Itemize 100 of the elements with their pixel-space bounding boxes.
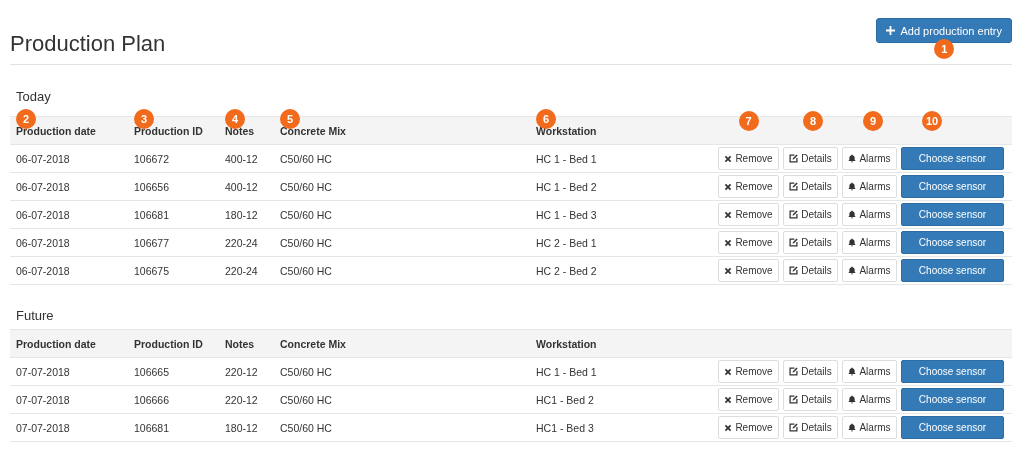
table-cell: 06-07-2018 <box>16 264 70 277</box>
choose-sensor-button[interactable]: Choose sensor <box>901 388 1004 411</box>
page-title: Production Plan <box>10 30 166 58</box>
alarms-button[interactable]: Alarms <box>842 360 897 383</box>
close-icon <box>724 423 733 432</box>
callout-badge: 10 <box>922 111 942 131</box>
table-cell: 106666 <box>134 393 170 406</box>
remove-button[interactable]: Remove <box>718 147 779 170</box>
choose-sensor-button[interactable]: Choose sensor <box>901 203 1004 226</box>
table-cell: HC 1 - Bed 1 <box>536 365 597 378</box>
column-header: Production ID <box>134 338 203 350</box>
table-cell: 220-24 <box>225 236 258 249</box>
table-cell: HC 2 - Bed 1 <box>536 236 597 249</box>
details-button[interactable]: Details <box>783 203 838 226</box>
close-icon <box>724 210 733 219</box>
choose-sensor-button[interactable]: Choose sensor <box>901 175 1004 198</box>
table-cell: C50/60 HC <box>280 264 332 277</box>
table-cell: 106672 <box>134 152 170 165</box>
bell-icon <box>848 210 857 219</box>
details-button[interactable]: Details <box>783 259 838 282</box>
table-cell: 06-07-2018 <box>16 236 70 249</box>
add-production-entry-button[interactable]: Add production entry <box>876 18 1012 43</box>
details-button[interactable]: Details <box>783 231 838 254</box>
bell-icon <box>848 238 857 247</box>
table-cell: C50/60 HC <box>280 236 332 249</box>
table-cell: HC 2 - Bed 2 <box>536 264 597 277</box>
table-cell: 106675 <box>134 264 170 277</box>
close-icon <box>724 238 733 247</box>
edit-icon <box>789 423 799 432</box>
table-cell: 106677 <box>134 236 170 249</box>
close-icon <box>724 266 733 275</box>
details-button[interactable]: Details <box>783 416 838 439</box>
bell-icon <box>848 266 857 275</box>
table-cell: HC1 - Bed 3 <box>536 421 594 434</box>
choose-sensor-button[interactable]: Choose sensor <box>901 360 1004 383</box>
table-cell: 06-07-2018 <box>16 208 70 221</box>
remove-button[interactable]: Remove <box>718 231 779 254</box>
table-cell: 07-07-2018 <box>16 393 70 406</box>
section-title: Today <box>15 89 52 105</box>
table-cell: C50/60 HC <box>280 393 332 406</box>
details-button[interactable]: Details <box>783 388 838 411</box>
choose-sensor-button[interactable]: Choose sensor <box>901 147 1004 170</box>
alarms-button[interactable]: Alarms <box>842 203 897 226</box>
table-cell: 106681 <box>134 208 170 221</box>
table-cell: 106656 <box>134 180 170 193</box>
table-cell: C50/60 HC <box>280 180 332 193</box>
alarms-button[interactable]: Alarms <box>842 147 897 170</box>
table-cell: HC 1 - Bed 2 <box>536 180 597 193</box>
plus-icon <box>886 26 896 35</box>
column-header: Workstation <box>536 338 597 350</box>
remove-button[interactable]: Remove <box>718 259 779 282</box>
table-cell: HC 1 - Bed 3 <box>536 208 597 221</box>
details-button[interactable]: Details <box>783 147 838 170</box>
edit-icon <box>789 367 799 376</box>
section-title: Future <box>15 308 55 324</box>
table-cell: 07-07-2018 <box>16 421 70 434</box>
bell-icon <box>848 367 857 376</box>
details-button[interactable]: Details <box>783 360 838 383</box>
table-cell: 220-12 <box>225 365 258 378</box>
column-header: Concrete Mix <box>280 338 346 350</box>
close-icon <box>724 367 733 376</box>
alarms-button[interactable]: Alarms <box>842 388 897 411</box>
details-button[interactable]: Details <box>783 175 838 198</box>
table-cell: 180-12 <box>225 208 258 221</box>
table-cell: C50/60 HC <box>280 208 332 221</box>
close-icon <box>724 395 733 404</box>
table-cell: 220-24 <box>225 264 258 277</box>
table-cell: 106665 <box>134 365 170 378</box>
edit-icon <box>789 182 799 191</box>
table-cell: 400-12 <box>225 152 258 165</box>
callout-badge: 1 <box>934 39 955 59</box>
table-cell: HC 1 - Bed 1 <box>536 152 597 165</box>
close-icon <box>724 182 733 191</box>
choose-sensor-button[interactable]: Choose sensor <box>901 259 1004 282</box>
column-header: Notes <box>225 338 255 350</box>
remove-button[interactable]: Remove <box>718 416 779 439</box>
remove-button[interactable]: Remove <box>718 360 779 383</box>
alarms-button[interactable]: Alarms <box>842 416 897 439</box>
table-cell: 06-07-2018 <box>16 152 70 165</box>
table-cell: HC1 - Bed 2 <box>536 393 594 406</box>
callout-badge: 7 <box>738 111 759 131</box>
remove-button[interactable]: Remove <box>718 203 779 226</box>
choose-sensor-button[interactable]: Choose sensor <box>901 231 1004 254</box>
table-cell: 400-12 <box>225 180 258 193</box>
remove-button[interactable]: Remove <box>718 175 779 198</box>
remove-button[interactable]: Remove <box>718 388 779 411</box>
choose-sensor-button[interactable]: Choose sensor <box>901 416 1004 439</box>
close-icon <box>724 154 733 163</box>
edit-icon <box>789 238 799 247</box>
alarms-button[interactable]: Alarms <box>842 175 897 198</box>
table-cell: 06-07-2018 <box>16 180 70 193</box>
edit-icon <box>789 395 799 404</box>
table-cell: 180-12 <box>225 421 258 434</box>
alarms-button[interactable]: Alarms <box>842 231 897 254</box>
table-cell: 07-07-2018 <box>16 365 70 378</box>
alarms-button[interactable]: Alarms <box>842 259 897 282</box>
table-cell: C50/60 HC <box>280 421 332 434</box>
table-cell: C50/60 HC <box>280 365 332 378</box>
edit-icon <box>789 266 799 275</box>
callout-badge: 8 <box>803 111 823 131</box>
